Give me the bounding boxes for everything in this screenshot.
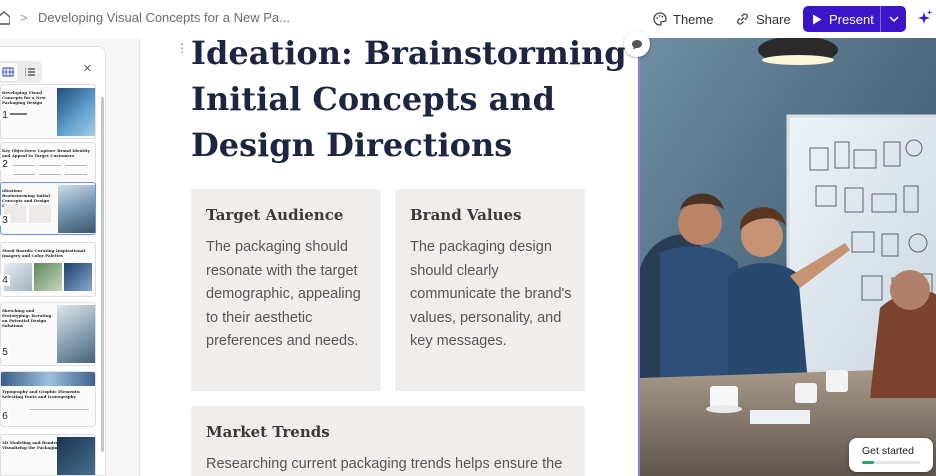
thumbnail-text-block bbox=[13, 165, 35, 175]
slide-canvas: ⋮ Ideation: Brainstorming Initial Concep… bbox=[141, 38, 638, 476]
get-started-progress-track bbox=[862, 461, 920, 464]
card-heading: Target Audience bbox=[206, 206, 344, 224]
thumbnail-number: 6 bbox=[0, 411, 10, 422]
slide-title[interactable]: Ideation: Brainstorming Initial Concepts… bbox=[191, 38, 631, 168]
chevron-down-icon bbox=[888, 16, 899, 22]
card-heading: Brand Values bbox=[410, 206, 522, 224]
thumbnail-title: Typography and Graphic Elements: Selecti… bbox=[2, 389, 81, 399]
card-body: The packaging should resonate with the t… bbox=[206, 239, 361, 350]
thumbnail-number: 2 bbox=[0, 159, 10, 170]
thumbnail-banner bbox=[1, 372, 95, 386]
grid-view-button[interactable] bbox=[0, 63, 18, 81]
slide-thumbnail-6[interactable]: Typography and Graphic Elements: Selecti… bbox=[0, 371, 96, 427]
link-icon bbox=[737, 13, 748, 25]
card-heading: Market Trends bbox=[206, 423, 330, 441]
get-started-progress-fill bbox=[862, 461, 874, 464]
present-options-button[interactable] bbox=[880, 6, 906, 32]
doc-title[interactable]: Developing Visual Concepts for a New Pa.… bbox=[38, 10, 290, 25]
thumbnail-card: × Developing Visual Concepts for a New P… bbox=[0, 46, 106, 476]
top-bar: > Developing Visual Concepts for a New P… bbox=[0, 0, 936, 38]
thumbnail-number: 5 bbox=[0, 347, 10, 358]
drag-handle-icon[interactable]: ⋮ bbox=[176, 42, 188, 62]
slide-photo[interactable] bbox=[638, 38, 936, 476]
ai-sparkle-icon[interactable] bbox=[918, 10, 932, 26]
card-market-trends[interactable]: Market Trends Researching current packag… bbox=[191, 406, 585, 476]
list-view-button[interactable] bbox=[20, 63, 40, 81]
close-panel-icon[interactable]: × bbox=[83, 60, 92, 77]
present-button-group: Present bbox=[803, 6, 906, 32]
slide-thumbnail-4[interactable]: Mood Boards: Curating Inspirational Imag… bbox=[0, 242, 96, 297]
thumbnail-image bbox=[34, 263, 62, 291]
slides-panel: × Developing Visual Concepts for a New P… bbox=[0, 38, 140, 476]
thumbnail-image bbox=[57, 437, 95, 475]
card-body: The packaging design should clearly comm… bbox=[410, 239, 572, 350]
share-button[interactable]: Share bbox=[735, 8, 791, 30]
get-started-widget[interactable]: Get started bbox=[849, 438, 933, 472]
palette-icon bbox=[653, 12, 667, 26]
thumbnail-text-block bbox=[65, 165, 87, 175]
thumbnail-number: 4 bbox=[0, 275, 10, 286]
theme-button[interactable]: Theme bbox=[653, 8, 713, 30]
slide-thumbnail-7[interactable]: 3D Modeling and Rendering: Visualizing t… bbox=[0, 434, 96, 475]
get-started-label: Get started bbox=[862, 445, 914, 457]
thumbnail-image bbox=[58, 185, 95, 233]
view-toggle bbox=[0, 61, 42, 83]
thumbnail-title: Developing Visual Concepts for a New Pac… bbox=[2, 90, 46, 105]
brainstorm-meeting-image bbox=[640, 38, 936, 476]
present-label: Present bbox=[829, 11, 874, 27]
thumbnail-line bbox=[9, 113, 27, 115]
filmstrip-icon bbox=[2, 67, 14, 77]
thumbnail-title: Key Objectives: Capture Brand Identity a… bbox=[2, 148, 90, 158]
slide-thumbnail-3[interactable]: Ideation: Brainstorming Initial Concepts… bbox=[0, 182, 96, 235]
present-button[interactable]: Present bbox=[803, 6, 880, 32]
thumbnail-image bbox=[57, 88, 95, 136]
thumbnail-image bbox=[57, 305, 95, 363]
thumbnail-number: 1 bbox=[0, 110, 10, 121]
thumbnail-title: Sketching and Prototyping: Iterating on … bbox=[2, 308, 52, 328]
thumbnail-text-block bbox=[29, 409, 89, 417]
comment-button[interactable] bbox=[624, 31, 650, 57]
thumbnail-title: Mood Boards: Curating Inspirational Imag… bbox=[2, 248, 85, 258]
list-icon bbox=[25, 68, 35, 76]
home-icon[interactable] bbox=[0, 11, 10, 25]
card-body: Researching current packaging trends hel… bbox=[206, 456, 563, 472]
slide-thumbnail-1[interactable]: Developing Visual Concepts for a New Pac… bbox=[0, 84, 96, 139]
thumbnail-number: 3 bbox=[0, 215, 10, 226]
breadcrumb-chevron: > bbox=[20, 10, 28, 25]
card-target-audience[interactable]: Target Audience The packaging should res… bbox=[191, 189, 381, 391]
panel-scrollbar[interactable] bbox=[101, 97, 104, 452]
comment-icon bbox=[632, 39, 642, 49]
share-label: Share bbox=[756, 11, 791, 27]
card-brand-values[interactable]: Brand Values The packaging design should… bbox=[395, 189, 585, 391]
theme-label: Theme bbox=[673, 11, 714, 27]
thumbnail-text-block bbox=[39, 165, 61, 175]
play-icon bbox=[813, 14, 822, 24]
thumbnail-card-shape bbox=[29, 205, 51, 223]
slide-thumbnail-5[interactable]: Sketching and Prototyping: Iterating on … bbox=[0, 302, 96, 366]
thumbnail-image bbox=[64, 263, 92, 291]
